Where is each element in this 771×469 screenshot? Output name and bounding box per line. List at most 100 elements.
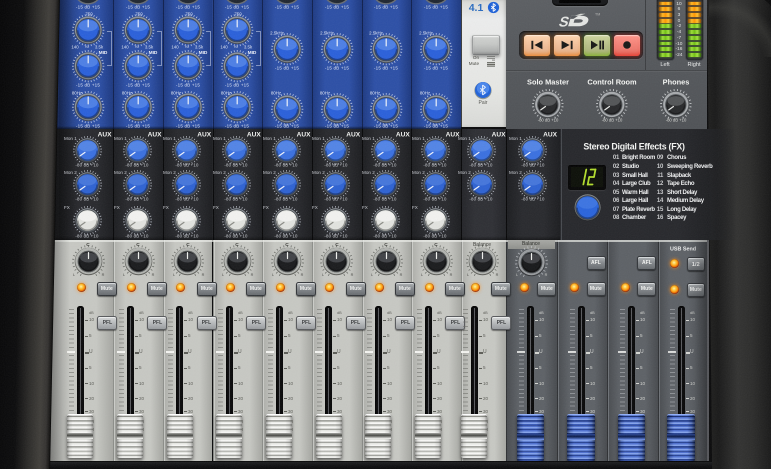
eq-high-knob[interactable]: [319, 31, 355, 67]
usb-mute-button[interactable]: Mute: [687, 283, 705, 297]
bluetooth-pair-button[interactable]: [472, 79, 494, 101]
fx-preset-number: 14: [657, 197, 663, 203]
transport-play-pause-button[interactable]: [584, 35, 610, 56]
mute-button[interactable]: Mute: [491, 282, 511, 296]
fader-cap[interactable]: [461, 414, 487, 458]
fader-cap[interactable]: [618, 414, 646, 461]
transport-record-button[interactable]: [614, 35, 640, 56]
fader-cap[interactable]: [216, 414, 242, 458]
eq-low-knob[interactable]: [120, 89, 156, 125]
pfl-button[interactable]: PFL: [346, 316, 366, 331]
mute-button[interactable]: Mute: [147, 282, 167, 296]
pfl-button[interactable]: PFL: [97, 316, 117, 331]
eq-mid-gain-knob[interactable]: [219, 48, 255, 84]
pan-right-mark: R: [350, 273, 353, 277]
fader-scale-10: 10: [238, 318, 243, 323]
fader-cap[interactable]: [517, 414, 545, 461]
pfl-button[interactable]: PFL: [147, 316, 167, 331]
eq-low-knob[interactable]: [170, 89, 206, 125]
fader-cap[interactable]: [316, 414, 342, 458]
fader-scale-tick: [586, 411, 589, 412]
mute-button[interactable]: Mute: [445, 282, 465, 296]
fader-cap[interactable]: [415, 414, 441, 458]
eq-strip-divider: [113, 0, 114, 129]
fader-cap[interactable]: [567, 414, 595, 461]
pfl-button[interactable]: PFL: [395, 316, 415, 331]
fx-send-knob[interactable]: [170, 204, 203, 237]
on-mute-toggle[interactable]: [472, 35, 500, 55]
pfl-button[interactable]: PFL: [246, 316, 266, 331]
fader-tick-unity: [166, 351, 174, 353]
fx-select-encoder[interactable]: [572, 192, 603, 223]
mute-button[interactable]: Mute: [587, 282, 606, 296]
fader-cap[interactable]: [266, 414, 292, 458]
fader-scale-10: 10: [188, 318, 193, 323]
eq-low-knob[interactable]: [269, 91, 305, 127]
eq-mid-gain-knob[interactable]: [120, 48, 156, 84]
fx-display-digits: [571, 167, 603, 187]
fader-cap[interactable]: [67, 414, 93, 458]
fx-send-knob[interactable]: [319, 204, 352, 237]
fx-send-knob[interactable]: [369, 204, 402, 237]
pfl-button[interactable]: PFL: [491, 316, 511, 331]
mute-button[interactable]: Mute: [395, 282, 415, 296]
eq-high-knob[interactable]: [269, 31, 305, 67]
eq-mid-gain-knob[interactable]: [70, 48, 106, 84]
eq-mid-freq-knob[interactable]: [70, 12, 106, 48]
pan-left-mark: L: [421, 273, 423, 277]
fader-scale-tick: [636, 368, 639, 369]
pan-left-mark: L: [371, 273, 373, 277]
eq-mid-freq-knob[interactable]: [170, 12, 206, 48]
fx-send-knob[interactable]: [419, 204, 452, 237]
afl-button[interactable]: AFL: [587, 256, 606, 270]
mute-button[interactable]: Mute: [637, 282, 656, 296]
scale-control-room: -80 dB +10: [602, 117, 623, 121]
usb-select-button[interactable]: 1/2: [687, 257, 705, 271]
fx-preset-number: 16: [657, 214, 663, 220]
mute-button-label: Mute: [399, 286, 411, 291]
eq-high-knob[interactable]: [418, 31, 454, 67]
pan-right-mark: R: [102, 273, 105, 277]
meter-scale-label: -16: [676, 47, 683, 52]
fx-send-knob[interactable]: [71, 204, 104, 237]
fader-cap[interactable]: [117, 414, 143, 458]
mute-button[interactable]: Mute: [197, 282, 217, 296]
mute-button[interactable]: Mute: [346, 282, 366, 296]
eq-mid-freq-knob[interactable]: [120, 12, 156, 48]
eq-mid-freq-knob[interactable]: [219, 12, 255, 48]
fader-scale-tick: [686, 320, 689, 321]
mute-button[interactable]: Mute: [97, 282, 117, 296]
fader-scale-dB: dB: [288, 311, 293, 315]
main-strip-divider-hi: [659, 240, 660, 461]
fader-cap[interactable]: [365, 414, 391, 458]
eq-scale-label: -15 dB +15: [424, 4, 448, 9]
transport-skip-forward-button[interactable]: [554, 35, 580, 56]
signal-led: [77, 283, 86, 292]
main-mute-button[interactable]: Mute: [537, 282, 556, 296]
eq-low-knob[interactable]: [219, 89, 255, 125]
eq-high-knob[interactable]: [368, 31, 404, 67]
eq-scale-label: -15 dB +15: [374, 4, 398, 9]
pfl-button[interactable]: PFL: [296, 316, 316, 331]
eq-low-knob[interactable]: [418, 91, 454, 127]
meter-right-segment: [688, 47, 701, 51]
fader-scale-20: 20: [139, 396, 144, 401]
fader-scale-tick: [383, 368, 386, 369]
fader-scale-tick: [479, 368, 482, 369]
transport-skip-back-button[interactable]: [524, 35, 550, 56]
eq-low-knob[interactable]: [368, 91, 404, 127]
eq-mid-gain-knob[interactable]: [170, 48, 206, 84]
pfl-button[interactable]: PFL: [197, 316, 217, 331]
fx-send-knob[interactable]: [121, 204, 154, 237]
eq-low-knob[interactable]: [70, 89, 106, 125]
mute-button[interactable]: Mute: [246, 282, 266, 296]
fx-send-knob[interactable]: [270, 204, 303, 237]
eq-section-panel: -15 dB +15750140Hz3.5kMID-15 dB +1580Hz-…: [53, 0, 461, 129]
mute-button[interactable]: Mute: [296, 282, 316, 296]
fader-cap[interactable]: [167, 414, 193, 458]
fader-cap[interactable]: [667, 414, 695, 461]
fx-send-knob[interactable]: [220, 204, 253, 237]
afl-button[interactable]: AFL: [637, 256, 656, 270]
eq-low-knob[interactable]: [319, 91, 355, 127]
pan-left-mark: L: [467, 273, 469, 277]
